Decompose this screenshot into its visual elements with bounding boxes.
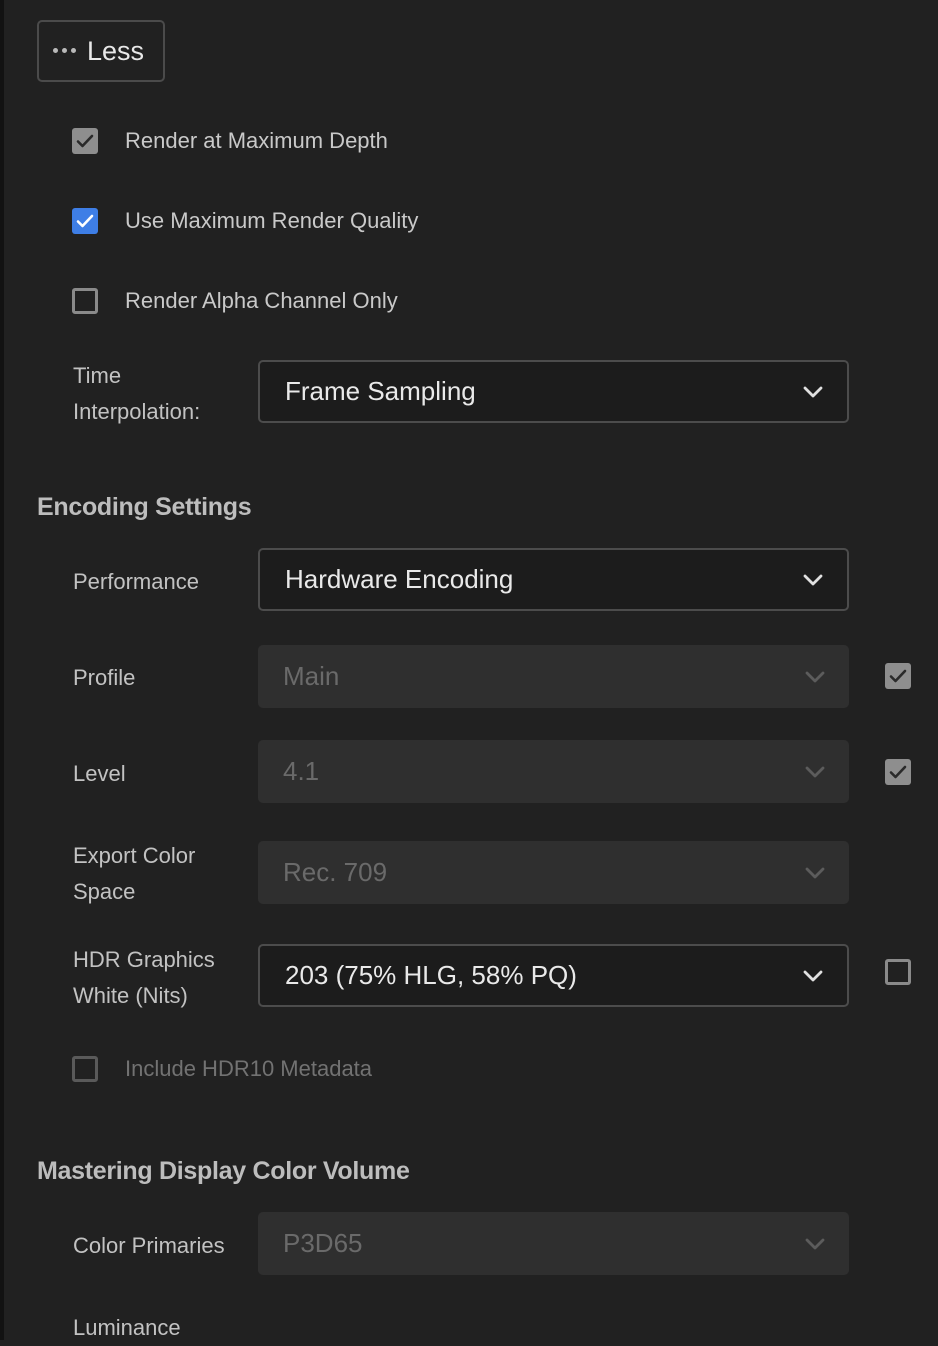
time-interpolation-dropdown[interactable]: Frame Sampling (258, 360, 849, 423)
alpha-only-label: Render Alpha Channel Only (125, 288, 398, 313)
panel-left-edge (0, 0, 4, 1340)
color-primaries-label: Color Primaries (73, 1233, 225, 1258)
chevron-down-icon (803, 386, 823, 398)
hdr-graphics-white-value: 203 (75% HLG, 58% PQ) (285, 960, 577, 990)
alpha-only-checkbox[interactable] (72, 288, 98, 314)
chevron-down-icon (805, 867, 825, 879)
hdr-graphics-white-override-checkbox[interactable] (885, 959, 911, 985)
hdr-graphics-white-label: HDR Graphics White (Nits) (73, 947, 215, 1008)
level-label: Level (73, 761, 126, 786)
max-render-quality-label: Use Maximum Render Quality (125, 208, 419, 233)
chevron-down-icon (805, 766, 825, 778)
level-override-checkbox[interactable] (885, 759, 911, 785)
export-color-space-value: Rec. 709 (283, 857, 388, 887)
checkmark-icon (889, 669, 907, 683)
performance-value: Hardware Encoding (285, 564, 514, 594)
chevron-down-icon (803, 574, 823, 586)
checkmark-icon (76, 214, 94, 228)
time-interpolation-value: Frame Sampling (285, 376, 476, 406)
profile-label: Profile (73, 665, 136, 690)
ellipsis-icon (53, 47, 76, 53)
mastering-display-title: Mastering Display Color Volume (37, 1157, 410, 1185)
max-render-quality-row[interactable]: Use Maximum Render Quality (72, 204, 418, 238)
hdr10-metadata-checkbox[interactable] (72, 1056, 98, 1082)
profile-value: Main (283, 661, 340, 691)
color-primaries-value: P3D65 (283, 1228, 363, 1258)
less-button-label: Less (87, 35, 145, 66)
render-max-depth-label: Render at Maximum Depth (125, 128, 388, 153)
encoding-settings-title: Encoding Settings (37, 493, 252, 521)
profile-override-checkbox[interactable] (885, 663, 911, 689)
render-max-depth-row[interactable]: Render at Maximum Depth (72, 124, 388, 158)
alpha-only-row[interactable]: Render Alpha Channel Only (72, 284, 398, 318)
profile-dropdown[interactable]: Main (258, 645, 849, 708)
max-render-quality-checkbox[interactable] (72, 208, 98, 234)
checkmark-icon (889, 765, 907, 779)
render-max-depth-checkbox[interactable] (72, 128, 98, 154)
hdr10-metadata-row[interactable]: Include HDR10 Metadata (72, 1052, 372, 1086)
chevron-down-icon (805, 1238, 825, 1250)
less-button[interactable]: Less (37, 20, 165, 82)
export-color-space-label: Export Color Space (73, 843, 196, 904)
luminance-label: Luminance (73, 1315, 181, 1340)
color-primaries-dropdown[interactable]: P3D65 (258, 1212, 849, 1275)
chevron-down-icon (803, 970, 823, 982)
performance-label: Performance (73, 569, 199, 594)
hdr10-metadata-label: Include HDR10 Metadata (125, 1056, 373, 1081)
checkmark-icon (76, 134, 94, 148)
level-value: 4.1 (283, 756, 320, 786)
export-color-space-dropdown[interactable]: Rec. 709 (258, 841, 849, 904)
chevron-down-icon (805, 671, 825, 683)
hdr-graphics-white-dropdown[interactable]: 203 (75% HLG, 58% PQ) (258, 944, 849, 1007)
performance-dropdown[interactable]: Hardware Encoding (258, 548, 849, 611)
time-interpolation-label: Time Interpolation: (73, 363, 201, 424)
level-dropdown[interactable]: 4.1 (258, 740, 849, 803)
